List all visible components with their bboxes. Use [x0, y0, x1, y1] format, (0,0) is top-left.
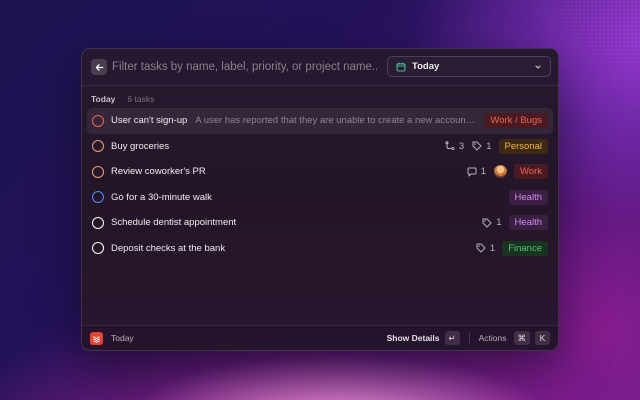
task-checkbox[interactable]: [92, 216, 104, 229]
label-icon: [476, 243, 486, 253]
task-title: Buy groceries: [111, 140, 170, 152]
task-checkbox[interactable]: [92, 165, 104, 178]
task-title: User can't sign-up: [111, 115, 188, 127]
task-title: Review coworker's PR: [111, 166, 206, 178]
show-details-button[interactable]: Show Details: [387, 333, 440, 343]
footer-divider: [468, 332, 470, 344]
label-count-value: 1: [496, 217, 502, 229]
task-row[interactable]: Schedule dentist appointment 1 Health: [87, 210, 553, 236]
comment-icon: [467, 167, 477, 177]
arrow-left-icon: [95, 63, 103, 71]
task-search-window: Today Today 6 tasks User can't sign-up A…: [81, 48, 559, 351]
task-title: Go for a 30-minute walk: [111, 191, 212, 203]
subtask-count: 3: [445, 141, 464, 152]
label-count: 1: [482, 217, 502, 229]
label-icon: [472, 141, 482, 151]
footer-bar: Today Show Details ↵ Actions ⌘ K: [82, 325, 558, 350]
label-count-value: 1: [486, 140, 492, 152]
task-row[interactable]: User can't sign-up A user has reported t…: [87, 108, 553, 134]
comment-count: 1: [467, 166, 486, 177]
task-list: User can't sign-up A user has reported t…: [87, 108, 553, 261]
back-button[interactable]: [91, 59, 107, 75]
task-checkbox[interactable]: [92, 114, 104, 127]
section-title: Today: [91, 94, 116, 104]
label-count-value: 1: [489, 242, 496, 254]
subtask-count-value: 3: [458, 140, 465, 152]
task-count: 6 tasks: [127, 94, 155, 104]
task-title: Schedule dentist appointment: [111, 217, 237, 229]
project-tag: Work / Bugs: [484, 113, 548, 129]
search-input[interactable]: [112, 57, 377, 77]
label-icon: [482, 218, 492, 228]
enter-key-hint: ↵: [444, 331, 460, 345]
todoist-logo-icon: [90, 331, 103, 345]
label-count: 1: [472, 140, 492, 152]
task-row[interactable]: Go for a 30-minute walk Health: [87, 185, 553, 211]
date-filter-dropdown[interactable]: Today: [387, 56, 551, 77]
project-tag: Finance: [502, 240, 548, 256]
label-count: 1: [476, 243, 495, 254]
project-tag: Health: [508, 189, 548, 205]
footer-title: Today: [111, 333, 134, 343]
dropdown-label: Today: [412, 61, 440, 72]
chevron-down-icon: [535, 64, 541, 69]
project-tag: Work: [514, 164, 548, 180]
project-tag: Health: [508, 215, 548, 231]
task-checkbox[interactable]: [92, 242, 104, 255]
section-header: Today 6 tasks: [91, 94, 154, 104]
calendar-icon: [396, 62, 406, 72]
task-row[interactable]: Review coworker's PR 1 Work: [87, 159, 553, 185]
cmd-key-hint: ⌘: [513, 331, 530, 345]
task-checkbox[interactable]: [92, 140, 104, 153]
project-tag: Personal: [498, 138, 548, 154]
k-key-hint: K: [535, 331, 550, 345]
task-title: Deposit checks at the bank: [111, 242, 226, 254]
assignee-avatar: [494, 165, 507, 179]
task-row[interactable]: Deposit checks at the bank 1 Finance: [87, 236, 553, 262]
task-checkbox[interactable]: [92, 191, 104, 204]
task-row[interactable]: Buy groceries 3 1 Personal: [87, 134, 553, 160]
subtask-icon: [445, 141, 455, 151]
actions-button[interactable]: Actions: [479, 333, 507, 343]
comment-count-value: 1: [480, 166, 486, 178]
task-description: A user has reported that they are unable…: [195, 115, 478, 127]
search-bar: Today: [82, 49, 558, 86]
